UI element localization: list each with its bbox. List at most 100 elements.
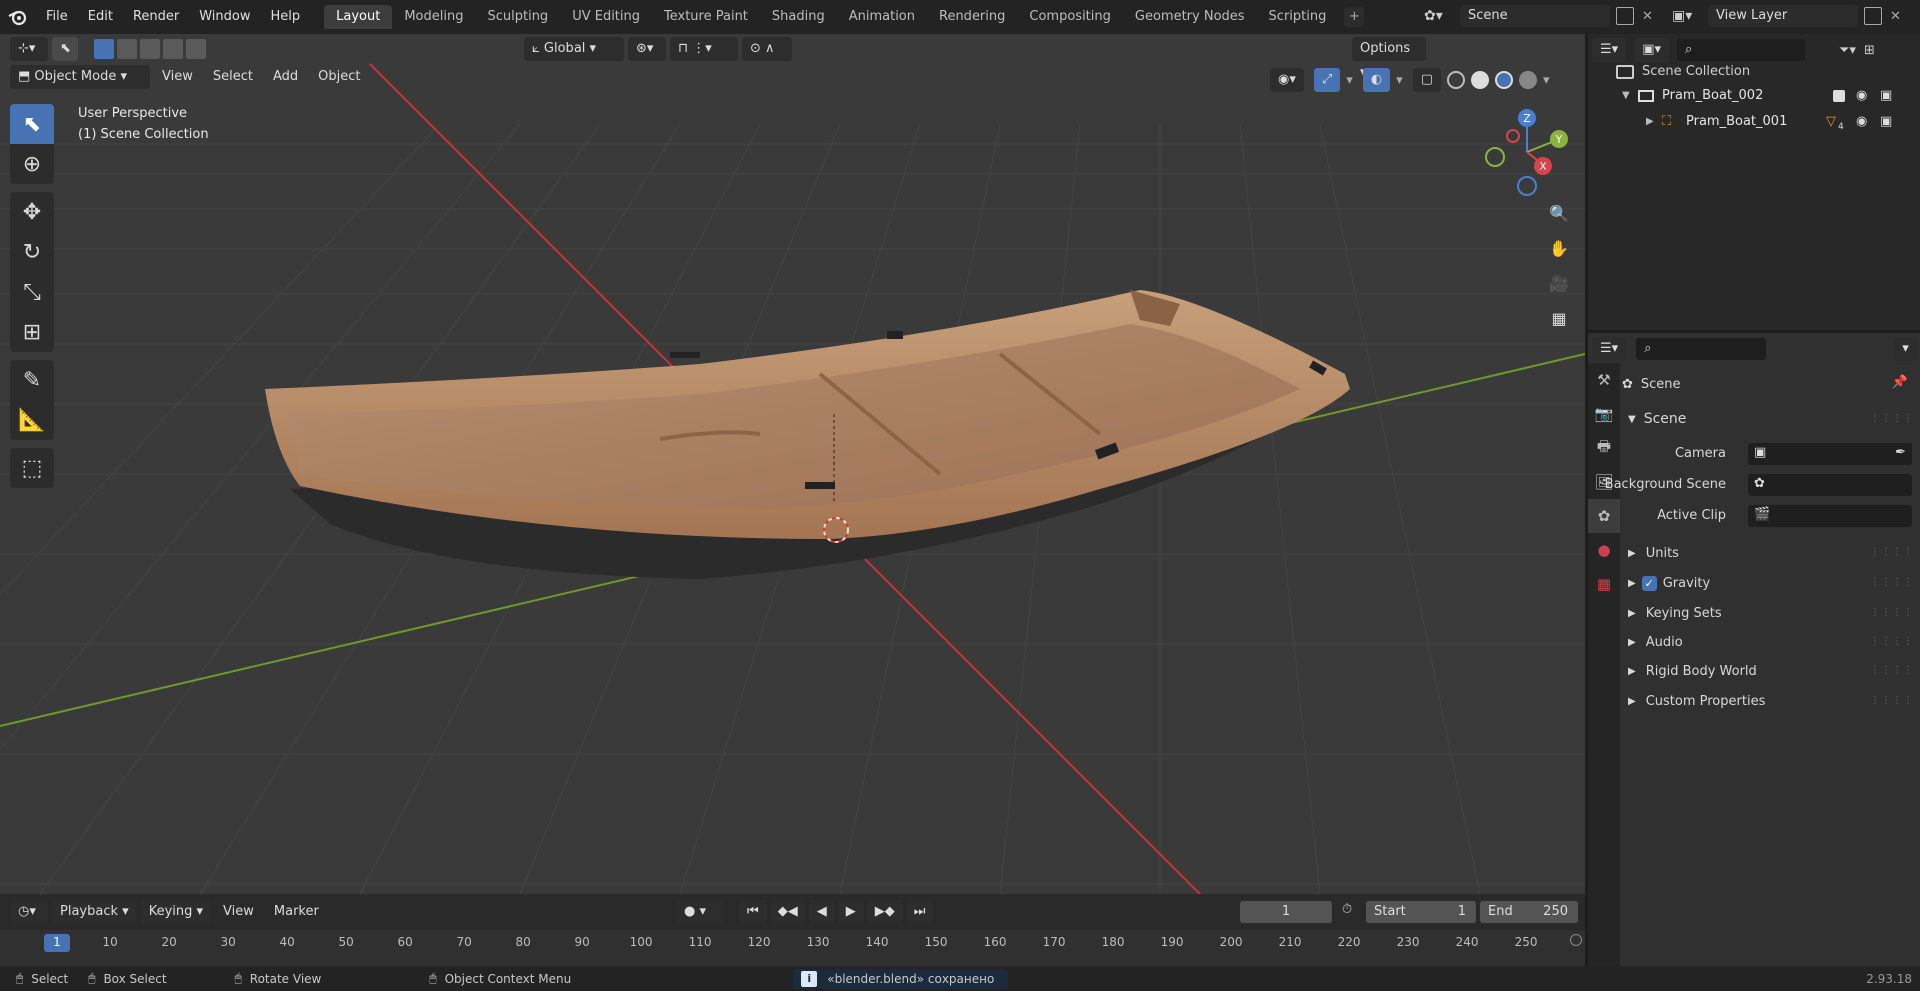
drag-grip-icon[interactable]: ⋮⋮⋮⋮ bbox=[1870, 547, 1914, 558]
tool-tab-icon[interactable]: ⚒ bbox=[1588, 363, 1620, 397]
render-camera-icon[interactable]: ▣ bbox=[1880, 114, 1892, 129]
material-shading-icon[interactable] bbox=[1494, 71, 1513, 89]
copy-scene-icon[interactable] bbox=[1616, 7, 1634, 25]
current-frame-field[interactable]: 1 bbox=[1240, 901, 1332, 923]
keying-menu[interactable]: Keying ▾ bbox=[140, 900, 212, 924]
jump-start-icon[interactable]: ⏮ bbox=[739, 900, 767, 924]
tab-shading[interactable]: Shading bbox=[760, 5, 837, 29]
previous-keyframe-icon[interactable]: ◆◀ bbox=[769, 900, 806, 924]
eyedropper-icon[interactable]: ✒ bbox=[1895, 445, 1906, 460]
selection-mode-icons[interactable] bbox=[94, 39, 206, 59]
select-tool-icon[interactable]: ⬉ bbox=[52, 37, 78, 61]
menu-file[interactable]: File bbox=[36, 0, 78, 34]
view-layer-icon[interactable]: ▣▾ bbox=[1672, 8, 1708, 24]
view-layer-field[interactable]: View Layer bbox=[1708, 5, 1858, 27]
tab-layout[interactable]: Layout bbox=[324, 5, 393, 29]
keying-sets-panel[interactable]: ▶ Keying Sets bbox=[1628, 601, 1722, 625]
outliner-root[interactable]: Scene Collection bbox=[1616, 64, 1750, 79]
properties-search-input[interactable]: ⌕ bbox=[1636, 338, 1767, 360]
gravity-checkbox[interactable]: ✓ bbox=[1641, 575, 1657, 591]
add-menu[interactable]: Add bbox=[265, 65, 306, 89]
report-message[interactable]: i «blender.blend» сохранено bbox=[793, 968, 1009, 989]
scene-name-field[interactable]: Scene bbox=[1460, 5, 1610, 27]
display-mode-icon[interactable]: ▣▾ bbox=[1634, 38, 1669, 62]
auto-keying-icon[interactable]: ● ▾ bbox=[676, 900, 724, 924]
overlay-toggle-icon[interactable]: ◐ bbox=[1362, 68, 1391, 92]
measure-tool-icon[interactable]: 📐 bbox=[10, 400, 54, 440]
playback-menu[interactable]: Playback ▾ bbox=[52, 900, 137, 924]
xray-icon[interactable]: ▢ bbox=[1412, 68, 1441, 92]
pan-hand-icon[interactable]: ✋ bbox=[1544, 233, 1574, 263]
scale-tool-icon[interactable]: ⤡ bbox=[10, 272, 54, 312]
drag-grip-icon[interactable]: ⋮⋮⋮⋮ bbox=[1870, 695, 1914, 706]
next-keyframe-icon[interactable]: ▶◆ bbox=[866, 900, 903, 924]
render-tab-icon[interactable]: 📷 bbox=[1588, 397, 1620, 431]
tab-compositing[interactable]: Compositing bbox=[1017, 5, 1123, 29]
transform-tool-icon[interactable]: ⊞ bbox=[10, 312, 54, 352]
object-mode-dropdown[interactable]: ⬒ Object Mode ▾ bbox=[10, 65, 150, 89]
active-clip-field[interactable]: 🎬 bbox=[1748, 505, 1912, 527]
pivot-point-icon[interactable]: ⊛▾ bbox=[628, 37, 666, 61]
filter-icon[interactable]: ⏷▾ bbox=[1839, 43, 1856, 58]
tab-modeling[interactable]: Modeling bbox=[392, 5, 475, 29]
timeline-editor-type-icon[interactable]: ◷▾ bbox=[10, 900, 48, 924]
timeline-ruler[interactable]: 1 10 20 30 40 50 60 70 80 90 100 110 120 130 140 150 160… bbox=[0, 930, 1585, 966]
drag-grip-icon[interactable]: ⋮⋮⋮⋮ bbox=[1870, 577, 1914, 588]
delete-view-layer-icon[interactable]: ✕ bbox=[1890, 9, 1901, 24]
options-dropdown[interactable]: Options ▾ bbox=[1352, 37, 1426, 80]
copy-view-layer-icon[interactable] bbox=[1864, 7, 1882, 25]
visibility-icon[interactable]: ◉▾ bbox=[1270, 68, 1304, 92]
visibility-eye-icon[interactable]: ◉ bbox=[1856, 114, 1867, 129]
move-tool-icon[interactable]: ✥ bbox=[10, 192, 54, 232]
camera-field[interactable]: ▣ ✒ bbox=[1748, 443, 1912, 465]
tab-rendering[interactable]: Rendering bbox=[927, 5, 1017, 29]
add-cube-tool-icon[interactable]: ⬚ bbox=[10, 448, 54, 488]
outliner-editor-type-icon[interactable]: ☰▾ bbox=[1592, 38, 1627, 62]
jump-end-icon[interactable]: ⏭ bbox=[905, 900, 934, 924]
perspective-toggle-icon[interactable]: ▦ bbox=[1544, 303, 1574, 333]
subtract-selection-icon[interactable] bbox=[140, 39, 160, 59]
scene-panel-header[interactable]: ▼ Scene bbox=[1628, 407, 1686, 431]
intersect-selection-icon[interactable] bbox=[186, 39, 206, 59]
zoom-icon[interactable]: 🔍 bbox=[1544, 198, 1574, 228]
mesh-data-icon[interactable]: ▽ bbox=[1826, 114, 1836, 129]
preview-range-icon[interactable]: ⏱ bbox=[1342, 902, 1352, 917]
solid-shading-icon[interactable] bbox=[1470, 71, 1489, 89]
new-collection-icon[interactable]: ⊞ bbox=[1864, 43, 1875, 58]
timeline-scroll-handle[interactable] bbox=[1570, 934, 1582, 946]
gravity-panel[interactable]: ▶ ✓ Gravity bbox=[1628, 571, 1710, 595]
play-reverse-icon[interactable]: ◀ bbox=[808, 900, 835, 924]
properties-editor-type-icon[interactable]: ☰▾ bbox=[1592, 337, 1627, 361]
rendered-shading-icon[interactable] bbox=[1518, 71, 1537, 89]
tab-uv-editing[interactable]: UV Editing bbox=[560, 5, 652, 29]
start-frame-field[interactable]: Start 1 bbox=[1366, 901, 1476, 923]
select-box-tool-icon[interactable]: ⬉ bbox=[10, 104, 54, 144]
timeline-view-menu[interactable]: View bbox=[215, 900, 262, 924]
menu-window[interactable]: Window bbox=[189, 0, 260, 34]
3d-viewport[interactable]: ⊹▾ ⬉ ⟀ Global ▾ ⊛▾ ⊓ ⋮▾ ⊙ ∧ Options ▾ ⬒ … bbox=[0, 34, 1585, 894]
texture-tab-icon[interactable]: ▦ bbox=[1588, 567, 1620, 601]
gizmo-toggle-icon[interactable]: ⤢ bbox=[1313, 68, 1341, 92]
snapping-icon[interactable]: ⊓ ⋮▾ bbox=[670, 37, 738, 61]
wireframe-shading-icon[interactable] bbox=[1446, 71, 1465, 89]
expand-chevron-icon[interactable]: ▼ bbox=[1622, 90, 1638, 101]
outliner-search-input[interactable]: ⌕ bbox=[1677, 39, 1805, 61]
transform-orientation-dropdown[interactable]: ⟀ Global ▾ bbox=[524, 37, 624, 61]
menu-render[interactable]: Render bbox=[123, 0, 189, 34]
tab-texture-paint[interactable]: Texture Paint bbox=[652, 5, 760, 29]
menu-edit[interactable]: Edit bbox=[78, 0, 123, 34]
delete-scene-icon[interactable]: ✕ bbox=[1642, 9, 1653, 24]
end-frame-field[interactable]: End 250 bbox=[1480, 901, 1578, 923]
view-menu[interactable]: View bbox=[154, 65, 201, 89]
custom-properties-panel[interactable]: ▶ Custom Properties bbox=[1628, 689, 1765, 713]
tab-geometry-nodes[interactable]: Geometry Nodes bbox=[1123, 5, 1257, 29]
menu-help[interactable]: Help bbox=[261, 0, 311, 34]
proportional-editing-icon[interactable]: ⊙ ∧ bbox=[742, 37, 792, 61]
extend-selection-icon[interactable] bbox=[117, 39, 137, 59]
world-tab-icon[interactable]: ● bbox=[1588, 533, 1620, 567]
include-checkbox[interactable] bbox=[1833, 89, 1845, 102]
add-workspace-icon[interactable]: + bbox=[1344, 7, 1365, 27]
blender-logo-icon[interactable] bbox=[0, 0, 36, 34]
visibility-eye-icon[interactable]: ◉ bbox=[1856, 88, 1867, 103]
pin-icon[interactable]: 📌 bbox=[1892, 375, 1908, 390]
